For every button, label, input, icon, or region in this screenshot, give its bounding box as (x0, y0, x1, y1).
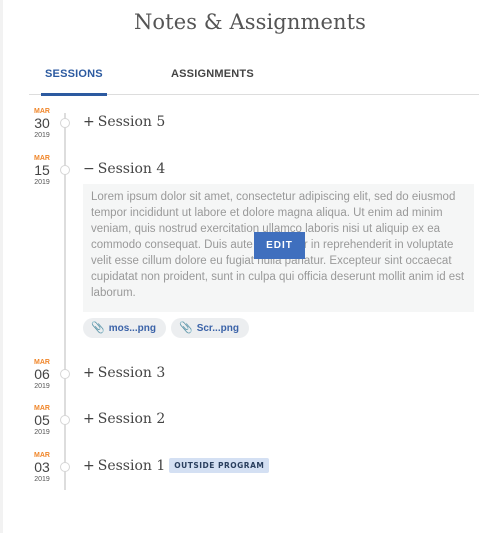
tab-sessions[interactable]: SESSIONS (45, 68, 103, 80)
attachment-name: mos...png (108, 323, 156, 334)
session-toggle[interactable]: − Session 4 (83, 161, 165, 177)
attachment-name: Scr...png (196, 323, 239, 334)
date-year: 2019 (34, 429, 50, 436)
attachment-chip[interactable]: 📎 Scr...png (171, 318, 249, 338)
session-date: MAR 03 2019 (28, 452, 56, 484)
session-date: MAR 05 2019 (28, 405, 56, 437)
date-year: 2019 (34, 132, 50, 139)
date-day: 03 (34, 459, 50, 475)
session-date: MAR 30 2019 (28, 108, 56, 140)
session-toggle[interactable]: + Session 1 OUTSIDE PROGRAM (83, 458, 270, 474)
timeline-dot (60, 165, 70, 175)
date-year: 2019 (34, 476, 50, 483)
expand-icon: + (83, 458, 95, 474)
session-title: Session 4 (97, 161, 166, 177)
timeline-dot (60, 118, 70, 128)
date-day: 15 (34, 162, 50, 178)
timeline-dot (60, 369, 70, 379)
session-toggle[interactable]: + Session 3 (83, 365, 165, 381)
session-title: Session 2 (97, 411, 166, 427)
paperclip-icon: 📎 (179, 322, 193, 334)
expand-icon: + (83, 411, 95, 427)
collapse-icon: − (83, 161, 95, 177)
expand-icon: + (83, 365, 95, 381)
date-year: 2019 (34, 383, 50, 390)
date-day: 30 (34, 115, 50, 131)
session-date: MAR 06 2019 (28, 359, 56, 391)
date-year: 2019 (34, 179, 50, 186)
session-title: Session 1 (97, 458, 166, 474)
outside-program-badge: OUTSIDE PROGRAM (169, 458, 270, 473)
left-border (0, 0, 3, 533)
date-day: 06 (34, 366, 50, 382)
session-title: Session 3 (97, 365, 166, 381)
date-day: 05 (34, 412, 50, 428)
session-toggle[interactable]: + Session 2 (83, 411, 165, 427)
session-toggle[interactable]: + Session 5 (83, 114, 165, 130)
session-date: MAR 15 2019 (28, 155, 56, 187)
session-title: Session 5 (97, 114, 166, 130)
tab-bar: SESSIONS ASSIGNMENTS (29, 62, 479, 96)
edit-button[interactable]: EDIT (254, 232, 305, 259)
timeline-dot (60, 415, 70, 425)
page-title: Notes & Assignments (133, 10, 367, 34)
attachment-chip[interactable]: 📎 mos...png (83, 318, 166, 338)
active-tab-indicator (41, 93, 107, 96)
tab-assignments[interactable]: ASSIGNMENTS (171, 68, 254, 80)
paperclip-icon: 📎 (91, 322, 105, 334)
timeline-dot (60, 462, 70, 472)
expand-icon: + (83, 114, 95, 130)
